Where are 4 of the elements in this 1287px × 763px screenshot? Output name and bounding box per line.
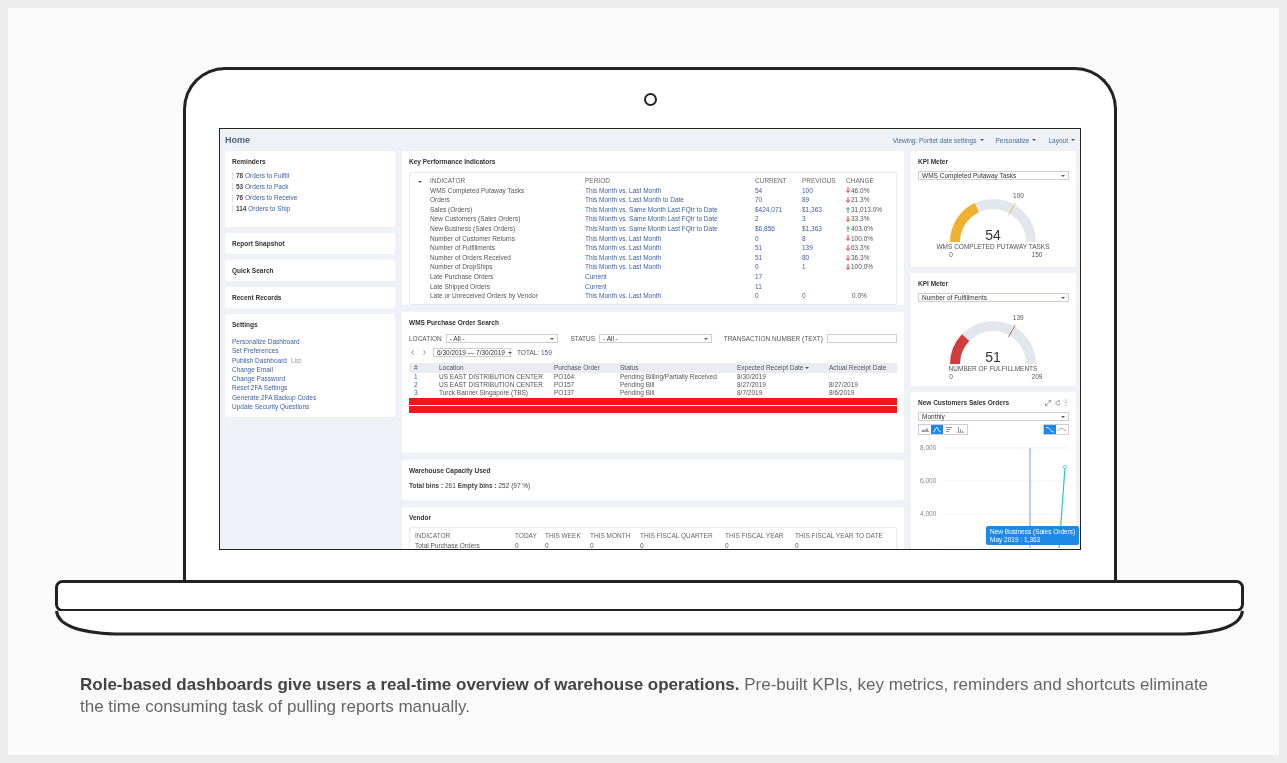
meter-value: 54 (985, 227, 1001, 243)
caption-text: Role-based dashboards give users a real-time overview of warehouse operations. Pre-built KPIs, key metrics, reminders and shortcuts eliminate the time consuming task of pulling reports manually. (80, 674, 1210, 718)
meter-value: 51 (985, 349, 1001, 365)
page-title: Home (225, 135, 250, 145)
